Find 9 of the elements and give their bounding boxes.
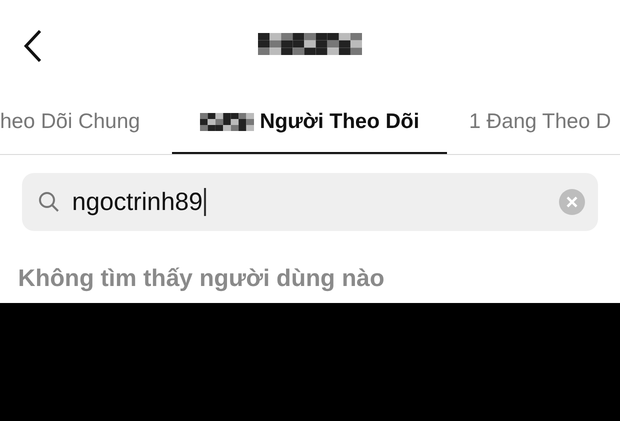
chevron-left-icon — [22, 28, 44, 64]
search-text: ngoctrinh89 — [72, 188, 203, 216]
search-field[interactable]: ngoctrinh89 — [22, 173, 598, 231]
tab[interactable]: Người Theo Dõi — [172, 92, 447, 154]
search-icon — [38, 191, 60, 213]
tab[interactable]: 1 Đang Theo D — [447, 92, 620, 154]
no-results-message: Không tìm thấy người dùng nào — [18, 265, 386, 294]
tab[interactable]: heo Dõi Chung — [0, 92, 172, 154]
clear-icon — [558, 188, 586, 216]
